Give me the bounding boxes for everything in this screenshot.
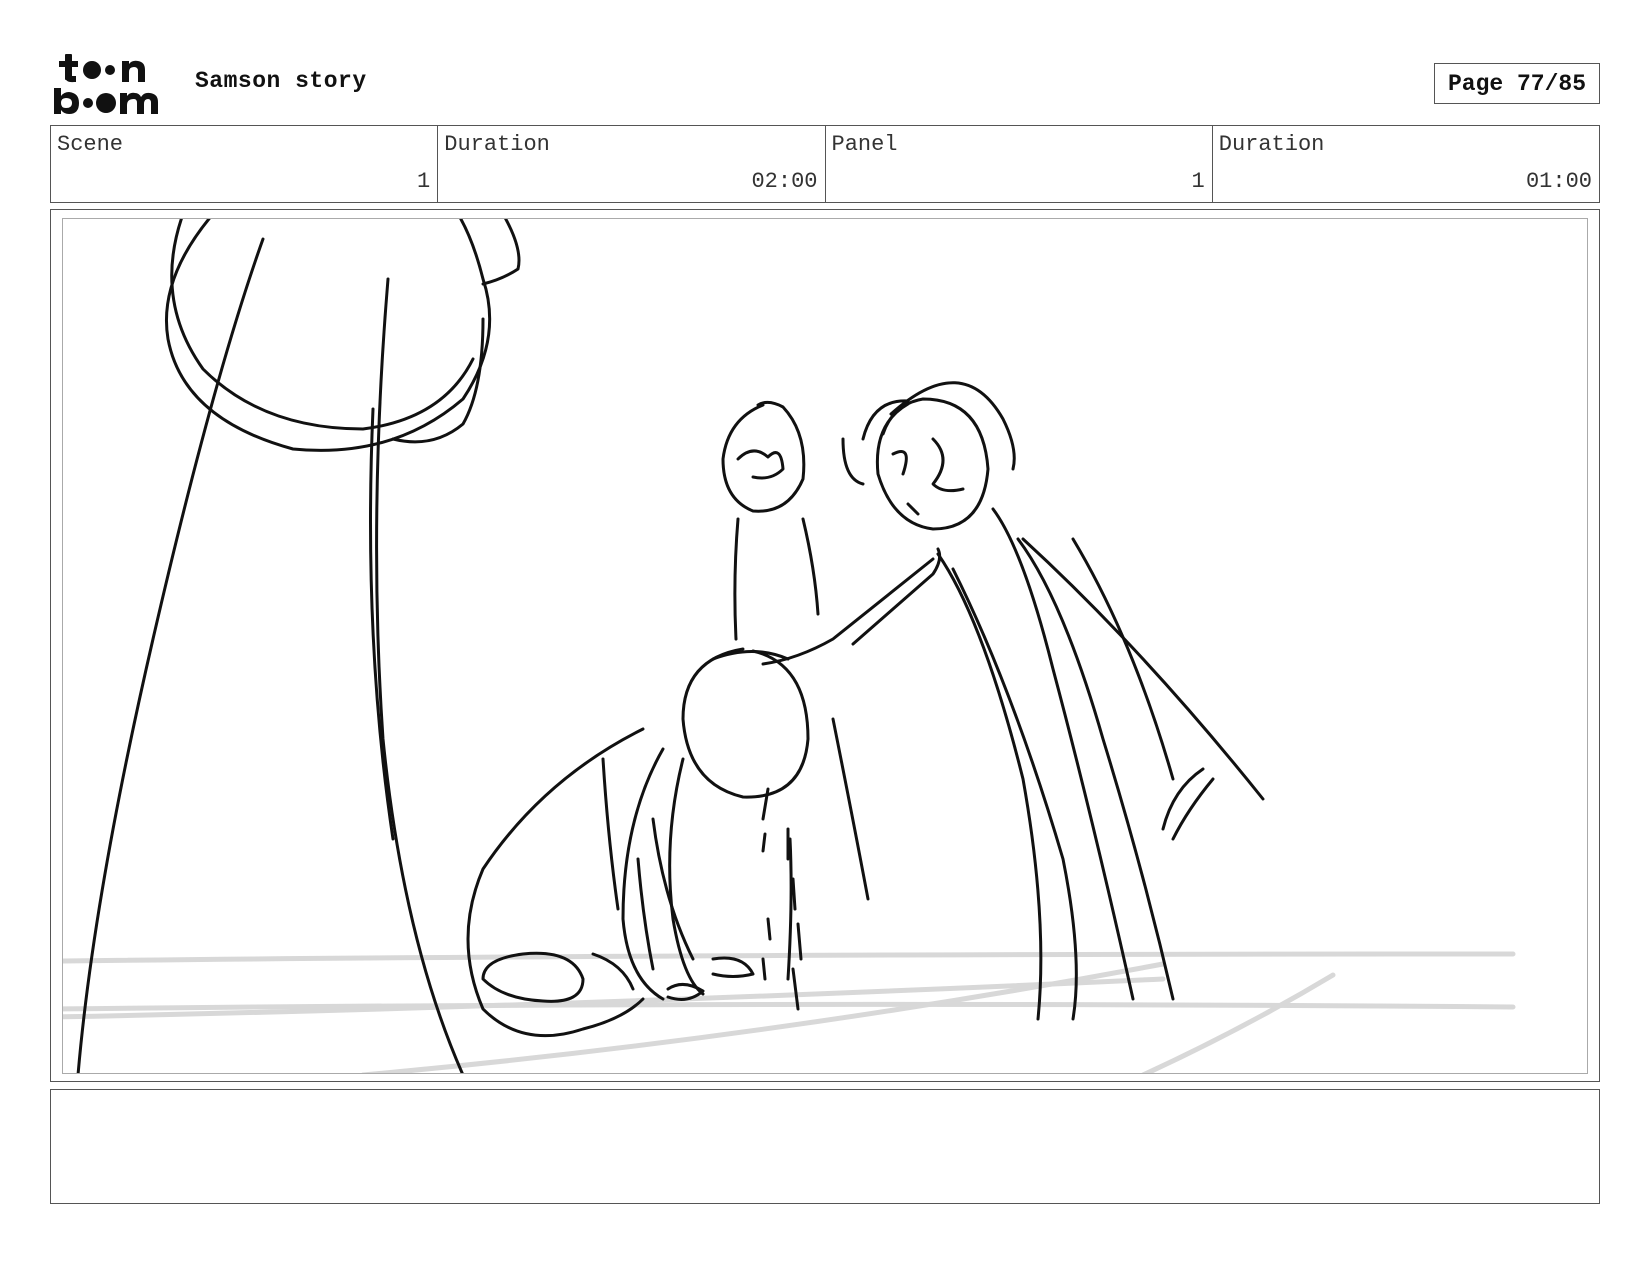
panel-duration-value: 01:00 [1525, 169, 1592, 194]
project-title: Samson story [195, 68, 367, 94]
panel-cell: Panel 1 [826, 126, 1213, 202]
scene-cell: Scene 1 [51, 126, 439, 202]
panel-duration-label: Duration [1218, 132, 1325, 157]
scene-value: 1 [417, 169, 431, 194]
panel-duration-cell: Duration 01:00 [1213, 126, 1599, 202]
panel-notes-box [50, 1089, 1600, 1204]
toonboom-logo [52, 52, 172, 116]
panel-label: Panel [831, 132, 898, 157]
panel-info-table: Scene 1 Duration 02:00 Panel 1 Duration … [50, 125, 1600, 203]
scene-duration-cell: Duration 02:00 [438, 126, 826, 202]
sketch-lines [76, 219, 1265, 1073]
scene-label: Scene [57, 132, 124, 157]
storyboard-sketch [63, 219, 1516, 1073]
panel-value: 1 [1191, 169, 1205, 194]
page-number: Page 77/85 [1434, 63, 1600, 104]
scene-duration-value: 02:00 [751, 169, 818, 194]
scene-duration-label: Duration [444, 132, 550, 157]
panel-frame [50, 209, 1600, 1082]
panel-image-area [62, 218, 1588, 1074]
